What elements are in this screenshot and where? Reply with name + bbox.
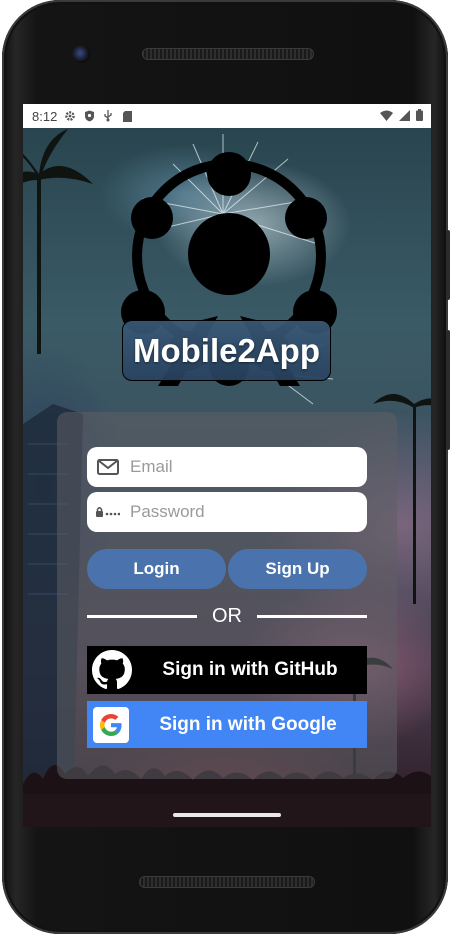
usb-debug-icon: [102, 110, 114, 122]
separator-line-right: [257, 615, 367, 618]
shield-icon: [83, 110, 95, 122]
github-icon: [91, 649, 133, 691]
lock-dots-icon: [96, 502, 120, 522]
email-input[interactable]: [128, 456, 367, 478]
login-card: Login Sign Up OR Sign in with GitHub: [57, 412, 397, 779]
wifi-icon: [380, 109, 393, 124]
status-right: [380, 109, 423, 124]
github-signin-button[interactable]: Sign in with GitHub: [87, 646, 367, 694]
password-input[interactable]: [128, 501, 367, 523]
battery-icon: [416, 109, 423, 124]
google-signin-label: Sign in with Google: [159, 713, 337, 735]
bottom-speaker: [139, 876, 315, 888]
google-icon: [93, 706, 129, 743]
power-button: [446, 230, 450, 300]
phone-frame: 8:12 Mobile2App Email Login Sign Up OR S…: [2, 0, 450, 934]
password-field[interactable]: [87, 492, 367, 532]
top-speaker: [142, 48, 314, 60]
signup-button[interactable]: Sign Up: [228, 549, 367, 589]
front-camera: [72, 45, 90, 63]
home-indicator[interactable]: [173, 813, 281, 817]
volume-button: [446, 330, 450, 450]
github-signin-label: Sign in with GitHub: [162, 659, 338, 680]
google-signin-button[interactable]: Sign in with Google: [87, 701, 367, 748]
envelope-icon: [96, 457, 120, 477]
status-bar: 8:12: [23, 104, 431, 128]
signal-icon: [399, 109, 410, 124]
app-title: Mobile2App: [122, 320, 331, 381]
login-button[interactable]: Login: [87, 549, 226, 589]
app-screen: 8:12 Mobile2App Email Login Sign Up OR S…: [23, 104, 431, 827]
gear-icon: [64, 110, 76, 122]
sd-card-icon: [121, 110, 133, 122]
email-field[interactable]: [87, 447, 367, 487]
status-time: 8:12: [32, 108, 58, 124]
or-separator: OR: [87, 605, 367, 629]
